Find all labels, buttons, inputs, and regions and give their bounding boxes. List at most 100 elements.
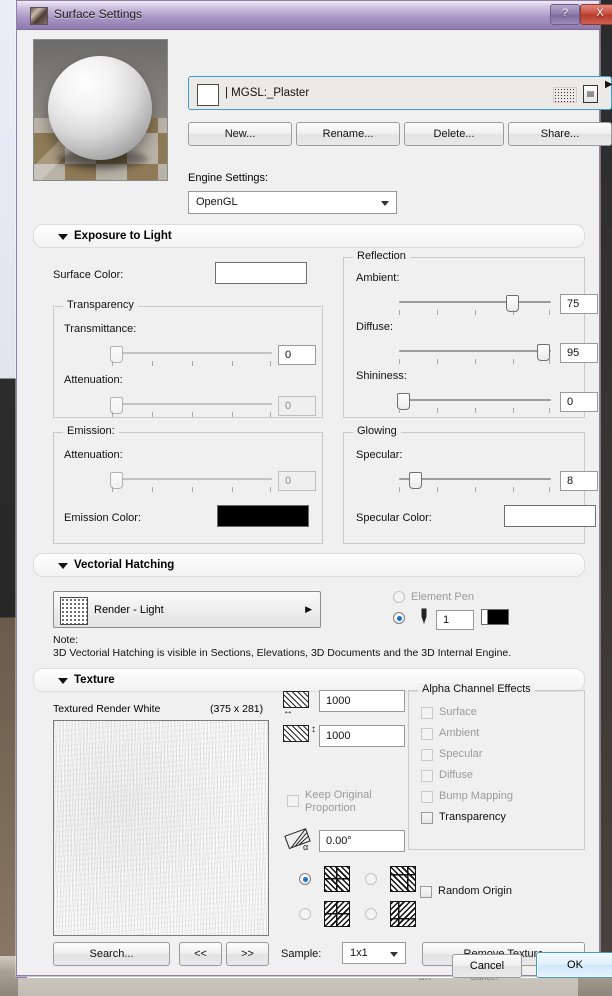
element-pen-radio[interactable] [393, 591, 405, 603]
custom-pen-radio[interactable] [393, 612, 405, 624]
next-button[interactable]: >> [226, 942, 269, 966]
help-button[interactable]: ? [550, 4, 580, 25]
texture-angle-input[interactable]: 0.00° [319, 830, 405, 852]
ok-button[interactable]: OK [536, 952, 612, 978]
group-title: Alpha Channel Effects [418, 683, 535, 695]
cancel-button[interactable]: Cancel [452, 954, 522, 978]
pen-number-input[interactable]: 1 [436, 610, 474, 630]
alpha-surface-checkbox[interactable] [421, 707, 433, 719]
window-title: Surface Settings [54, 7, 143, 21]
alpha-specular-checkbox[interactable] [421, 749, 433, 761]
emission-attenuation-value[interactable]: 0 [278, 471, 316, 491]
specular-color-label: Specular Color: [356, 512, 432, 524]
slider-ticks [112, 361, 272, 367]
sample-select[interactable]: 1x1 [342, 942, 406, 964]
orientation-radio-1[interactable] [299, 873, 311, 885]
group-alpha-channel-effects: Alpha Channel Effects Surface Ambient Sp… [408, 683, 585, 850]
chevron-down-icon [58, 678, 68, 684]
transmittance-label: Transmittance: [64, 323, 137, 335]
element-pen-label: Element Pen [411, 591, 474, 603]
slider-ticks [399, 310, 551, 316]
transmittance-value[interactable]: 0 [278, 345, 316, 365]
diffuse-slider[interactable] [399, 343, 551, 365]
orientation-radio-3[interactable] [299, 908, 311, 920]
surface-name-swatch[interactable] [197, 84, 219, 106]
delete-button[interactable]: Delete... [404, 122, 504, 146]
surface-name-field[interactable]: | MGSL:_Plaster ▤ ▶ [188, 76, 612, 110]
surface-settings-dialog: Surface Settings ? X | MGSL:_Plaster ▤ ▶… [16, 0, 612, 978]
group-title: Transparency [63, 299, 138, 311]
document-icon[interactable]: ▤ [583, 85, 598, 103]
diffuse-label: Diffuse: [356, 321, 394, 333]
orientation-icon-2[interactable] [390, 866, 416, 892]
note-title: Note: [53, 634, 79, 646]
surface-action-buttons: New... Rename... Delete... Share... [188, 122, 612, 146]
svg-text:α: α [303, 842, 308, 852]
specular-value[interactable]: 8 [560, 471, 598, 491]
section-exposure-to-light[interactable]: Exposure to Light [33, 224, 585, 248]
orientation-icon-1[interactable] [324, 866, 350, 892]
orientation-radio-4[interactable] [365, 908, 377, 920]
slider-ticks [112, 487, 272, 493]
specular-color-swatch[interactable] [504, 505, 596, 527]
transparency-attenuation-label: Attenuation: [64, 374, 123, 386]
section-vectorial-hatching[interactable]: Vectorial Hatching [33, 553, 585, 577]
ambient-value[interactable]: 75 [560, 294, 598, 314]
orientation-icon-3[interactable] [324, 901, 350, 927]
diffuse-value[interactable]: 95 [560, 343, 598, 363]
note-text: 3D Vectorial Hatching is visible in Sect… [53, 647, 512, 659]
chevron-down-icon [58, 563, 68, 569]
transmittance-slider[interactable] [110, 345, 272, 367]
new-button[interactable]: New... [188, 122, 292, 146]
random-origin-checkbox[interactable] [420, 886, 432, 898]
dropdown-arrow-icon[interactable]: ▶ [305, 604, 312, 615]
keep-proportion-checkbox[interactable] [287, 795, 299, 807]
title-bar[interactable]: Surface Settings ? X [17, 1, 612, 30]
dropdown-arrow-icon[interactable]: ▶ [605, 79, 612, 90]
share-button[interactable]: Share... [508, 122, 612, 146]
group-title: Emission: [63, 425, 119, 437]
horizontal-arrow-icon: ↔ [283, 706, 293, 717]
alpha-diffuse-label: Diffuse [439, 769, 474, 781]
ambient-slider[interactable] [399, 294, 551, 316]
texture-dimensions: (375 x 281) [210, 703, 264, 715]
slider-track [399, 350, 551, 352]
hatching-selector[interactable]: Render - Light ▶ [53, 591, 321, 628]
shininess-value[interactable]: 0 [560, 392, 598, 412]
slider-track [399, 399, 551, 401]
alpha-transparency-checkbox[interactable] [421, 812, 433, 824]
group-emission: Emission: Attenuation: 0 Emission Color: [53, 425, 323, 544]
specular-label: Specular: [356, 449, 403, 461]
texture-height-input[interactable]: 1000 [319, 725, 405, 747]
pen-color-swatch[interactable] [481, 609, 509, 625]
slider-ticks [399, 408, 551, 414]
texture-width-input[interactable]: 1000 [319, 690, 405, 712]
shininess-slider[interactable] [397, 392, 551, 414]
slider-ticks [112, 412, 272, 418]
specular-slider[interactable] [399, 471, 551, 493]
engine-settings-select[interactable]: OpenGL [188, 191, 397, 214]
section-title: Vectorial Hatching [74, 559, 175, 571]
material-preview [33, 39, 168, 181]
texture-height-icon [283, 725, 309, 742]
alpha-diffuse-checkbox[interactable] [421, 770, 433, 782]
ambient-label: Ambient: [356, 272, 400, 284]
emission-color-swatch[interactable] [217, 505, 309, 527]
slider-track [112, 478, 272, 480]
surface-color-swatch[interactable] [215, 262, 307, 284]
orientation-radio-2[interactable] [365, 873, 377, 885]
close-button[interactable]: X [580, 4, 612, 25]
emission-color-label: Emission Color: [64, 512, 142, 524]
sample-value: 1x1 [350, 947, 368, 959]
emission-attenuation-slider[interactable] [110, 471, 272, 493]
previous-button[interactable]: << [179, 942, 222, 966]
transparency-attenuation-slider[interactable] [110, 396, 272, 418]
alpha-ambient-checkbox[interactable] [421, 728, 433, 740]
texture-preview[interactable] [53, 720, 269, 936]
alpha-bump-mapping-checkbox[interactable] [421, 791, 433, 803]
transparency-attenuation-value[interactable]: 0 [278, 396, 316, 416]
shininess-label: Shininess: [356, 370, 407, 382]
search-button[interactable]: Search... [53, 942, 170, 966]
orientation-icon-4[interactable] [390, 901, 416, 927]
rename-button[interactable]: Rename... [296, 122, 400, 146]
